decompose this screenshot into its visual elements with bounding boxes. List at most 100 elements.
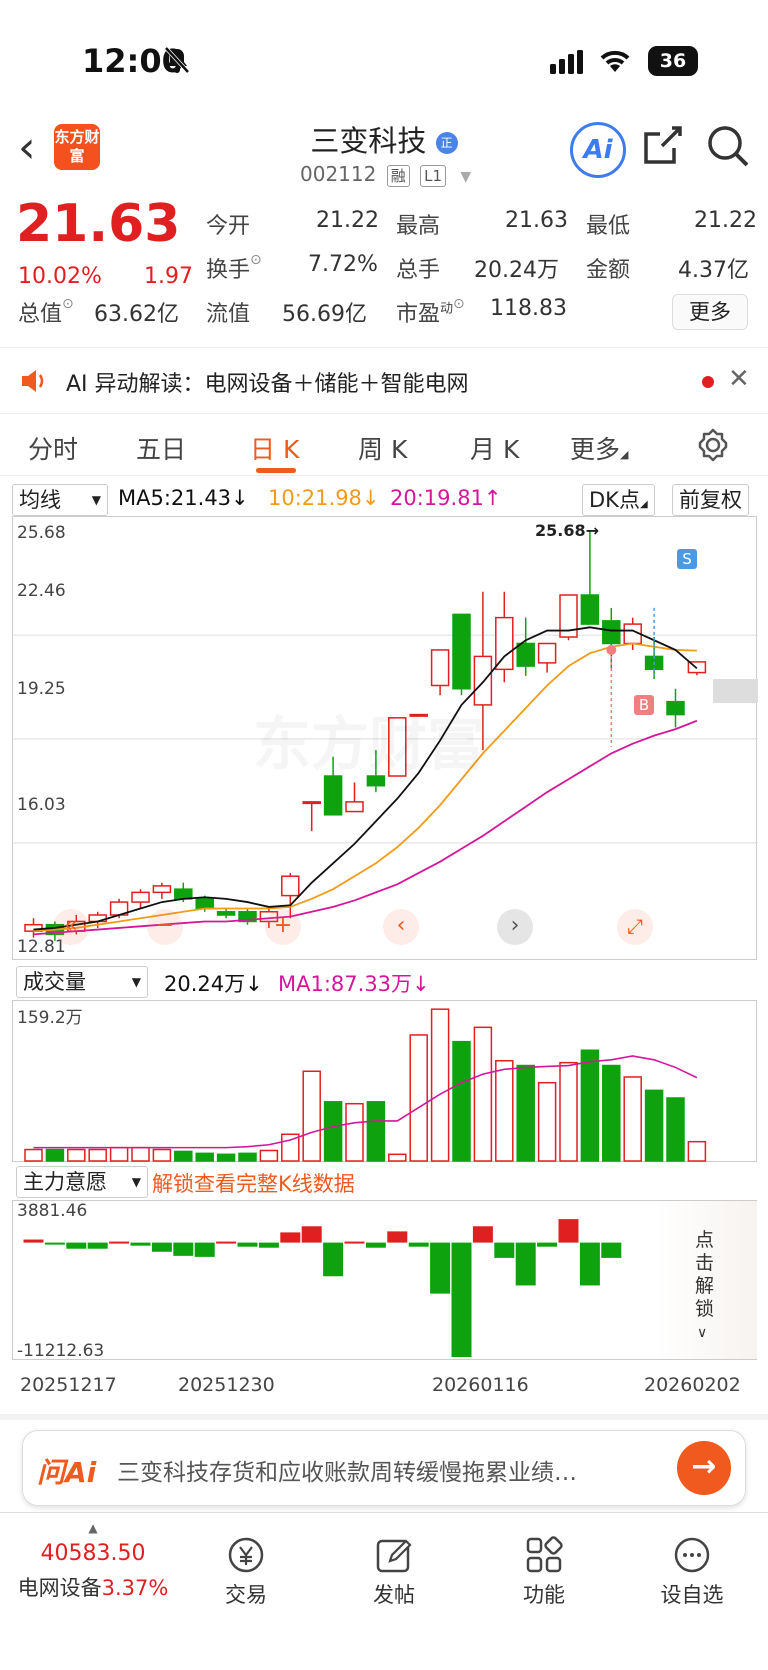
- candle-body: [602, 620, 621, 645]
- wifi-icon: [598, 48, 632, 78]
- function-button[interactable]: 功能: [484, 1525, 604, 1609]
- flow-bar: [515, 1242, 536, 1286]
- flow-select[interactable]: 主力意愿 ▼: [16, 1166, 148, 1198]
- unlock-link[interactable]: 解锁查看完整K线数据: [152, 1168, 355, 1198]
- flow-bar: [130, 1242, 151, 1246]
- index-row: 电网设备3.37%: [8, 1572, 178, 1602]
- indicator-select[interactable]: 均线 ▼: [12, 484, 108, 516]
- zoom-out-icon[interactable]: −: [147, 909, 183, 945]
- kline-chart[interactable]: 25.68 22.46 19.25 16.03 12.81 东方财富 25.68…: [12, 516, 758, 960]
- adjustment-button[interactable]: 前复权: [672, 484, 749, 516]
- ai-banner[interactable]: AI 异动解读：电网设备＋储能＋智能电网 ✕: [0, 350, 768, 414]
- volume-ma1: MA1:87.33万↓: [278, 972, 430, 996]
- volume-svg: [24, 1008, 707, 1162]
- volume-bar: [644, 1089, 664, 1162]
- volume-bar: [238, 1152, 257, 1162]
- buy-marker: B: [634, 695, 654, 715]
- tab-monthly-k[interactable]: 月 K: [470, 430, 519, 466]
- flow-bar: [237, 1242, 258, 1247]
- stock-code-row[interactable]: 002112 融 L1 ▼: [300, 162, 471, 187]
- candle-body: [345, 801, 364, 813]
- candle-body: [174, 888, 193, 900]
- current-price: 21.63: [16, 194, 181, 254]
- tab-five-day[interactable]: 五日: [136, 430, 186, 466]
- candle-body: [516, 642, 535, 667]
- unlock-side-text: 点击解锁: [695, 1229, 715, 1320]
- volume-current: 20.24万↓: [164, 972, 263, 996]
- dropdown-icon: ▼: [460, 169, 472, 185]
- volume-bar: [516, 1064, 535, 1162]
- status-bar: 12:00 36: [0, 0, 768, 110]
- ai-button[interactable]: Ai: [570, 122, 626, 178]
- volume-bar: [666, 1097, 685, 1162]
- flow-svg: [23, 1219, 622, 1357]
- candle-body: [216, 911, 236, 916]
- flow-bar: [537, 1242, 558, 1247]
- close-icon[interactable]: ✕: [728, 364, 750, 394]
- tab-weekly-k[interactable]: 周 K: [358, 430, 407, 466]
- volume-select[interactable]: 成交量 ▼: [16, 966, 148, 998]
- tab-daily-k[interactable]: 日 K: [250, 430, 299, 466]
- candle-body: [302, 801, 321, 805]
- candle-body: [131, 891, 150, 903]
- next-icon[interactable]: ›: [497, 909, 533, 945]
- scroll-left-icon[interactable]: «: [53, 909, 89, 945]
- flow-bar: [66, 1242, 87, 1249]
- zheng-badge: 正: [435, 132, 458, 154]
- tab-intraday[interactable]: 分时: [28, 430, 78, 466]
- ask-ai-bar[interactable]: 问Ai 三变科技存货和应收账款周转缓慢拖累业绩… →: [22, 1430, 746, 1506]
- volume-bar: [67, 1148, 86, 1162]
- open-label: 今开: [206, 214, 251, 239]
- pe-label[interactable]: 市盈动⊙: [396, 296, 465, 328]
- y-label-4: 16.03: [17, 795, 66, 815]
- zoom-in-icon[interactable]: +: [265, 909, 301, 945]
- volume-chart[interactable]: 159.2万: [12, 1000, 757, 1162]
- watchlist-label: 设自选: [660, 1583, 724, 1607]
- price-tag: [713, 679, 758, 704]
- high-value: 21.63: [505, 208, 568, 233]
- settings-gear-icon[interactable]: [696, 428, 730, 466]
- flow-bar: [258, 1242, 279, 1248]
- volume-bar: [195, 1152, 214, 1162]
- flow-bar: [151, 1242, 172, 1252]
- post-button[interactable]: 发帖: [334, 1525, 454, 1609]
- flow-bar: [408, 1242, 429, 1247]
- unlock-side-panel[interactable]: 点击解锁 ∨: [655, 1201, 757, 1359]
- turnover-label[interactable]: 换手⊙: [206, 252, 262, 284]
- candle-body: [430, 649, 450, 687]
- market-cap-label[interactable]: 总值⊙: [18, 296, 74, 328]
- flow-bar: [579, 1242, 600, 1286]
- quote-panel: 21.63 10.02% 1.97 今开 21.22 最高 21.63 最低 2…: [0, 194, 768, 348]
- search-icon[interactable]: [706, 124, 750, 172]
- trade-button[interactable]: 交易: [186, 1525, 306, 1609]
- date-label-1: 20251217: [20, 1374, 117, 1396]
- more-button[interactable]: 更多: [672, 294, 748, 330]
- corner-arrow-icon: ◢: [620, 448, 629, 461]
- watchlist-button[interactable]: 设自选: [632, 1525, 752, 1609]
- index-change: 3.37%: [101, 1576, 169, 1600]
- share-icon[interactable]: [642, 124, 684, 170]
- fullscreen-icon[interactable]: ⤢: [617, 909, 653, 945]
- tab-more[interactable]: 更多◢: [570, 430, 628, 466]
- flow-bar: [430, 1242, 451, 1294]
- date-axis-divider: [0, 1414, 768, 1420]
- index-ticker[interactable]: ▲ 40583.50 电网设备3.37%: [8, 1521, 178, 1602]
- candle-body: [452, 613, 471, 690]
- corner-arrow-icon: ◢: [639, 499, 648, 510]
- dropdown-icon: ▼: [131, 1175, 141, 1189]
- flow-chart[interactable]: 3881.46 -11212.63 点击解锁 ∨: [12, 1200, 757, 1361]
- volume-bar: [345, 1102, 364, 1162]
- volume-bar: [388, 1153, 407, 1162]
- flow-bar: [44, 1242, 65, 1245]
- active-tab-underline: [256, 468, 296, 473]
- amount-value: 4.37亿: [678, 258, 749, 283]
- flow-bar: [173, 1242, 194, 1256]
- low-label: 最低: [586, 214, 631, 239]
- dk-point-button[interactable]: DK点◢: [582, 484, 655, 516]
- banner-text: AI 异动解读：电网设备＋储能＋智能电网: [66, 372, 469, 397]
- volume-bar: [602, 1064, 621, 1162]
- cellular-signal-icon: [550, 50, 586, 78]
- prev-icon[interactable]: ‹: [383, 909, 419, 945]
- candle-body: [195, 898, 214, 910]
- arrow-right-icon[interactable]: →: [677, 1441, 731, 1495]
